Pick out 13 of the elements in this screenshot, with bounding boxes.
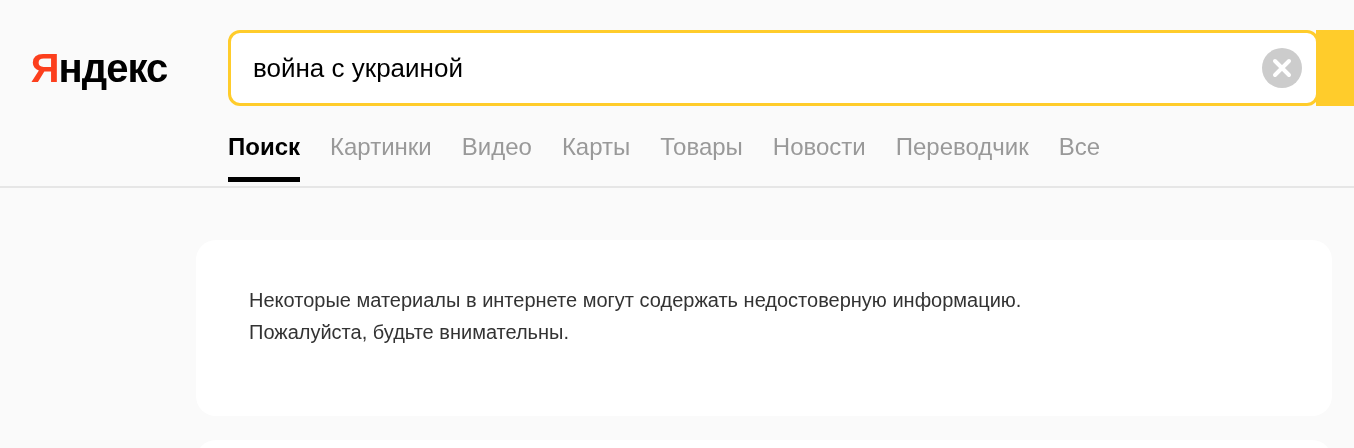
nav-tab[interactable]: Все bbox=[1058, 106, 1101, 182]
nav-tab[interactable]: Картинки bbox=[330, 106, 432, 182]
nav-tab[interactable]: Карты bbox=[561, 106, 631, 182]
nav-tab[interactable]: Видео bbox=[461, 106, 532, 182]
nav-tab[interactable]: Поиск bbox=[228, 106, 301, 182]
clear-icon[interactable] bbox=[1262, 48, 1302, 88]
nav-tab[interactable]: Переводчик bbox=[895, 106, 1029, 182]
search-button[interactable] bbox=[1316, 30, 1354, 106]
notice-text: Некоторые материалы в интернете могут содержать недостоверную информацию. Пожалуйста, будьте внимательны. bbox=[249, 288, 1023, 345]
nav-tab[interactable]: Новости bbox=[772, 106, 866, 182]
logo[interactable]: Яндекс bbox=[30, 45, 168, 91]
nav-tab[interactable]: Товары bbox=[660, 106, 743, 182]
search-field[interactable]: война с украиной bbox=[228, 30, 1319, 106]
